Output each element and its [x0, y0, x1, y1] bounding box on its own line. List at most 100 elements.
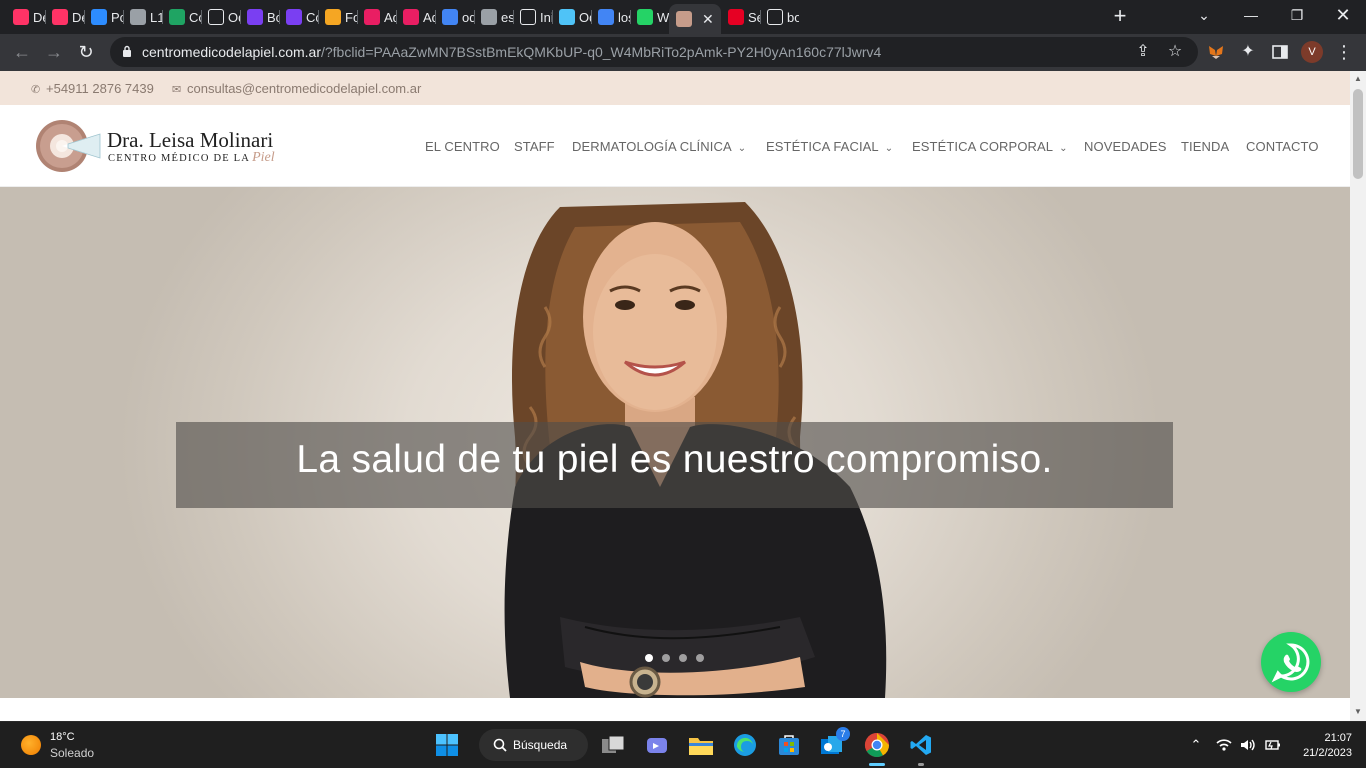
sun-weather-icon[interactable]: [21, 735, 41, 755]
metamask-fox-icon[interactable]: [1206, 42, 1226, 62]
tab-list: De De Po L1 Co Od Bo Co Fo Ad Ad od esp Ini Od los Wi ✕ Se…: [6, 4, 799, 34]
browser-tab-active[interactable]: ✕: [669, 4, 721, 34]
forward-button[interactable]: →: [42, 41, 66, 65]
browser-tab[interactable]: L1: [123, 4, 162, 30]
minimize-button[interactable]: —: [1228, 0, 1274, 30]
weather-description[interactable]: Soleado: [50, 746, 94, 760]
browser-tab[interactable]: Fo: [318, 4, 357, 30]
bookmark-star-icon[interactable]: ☆: [1165, 42, 1185, 62]
reload-button[interactable]: ↻: [74, 41, 98, 65]
browser-tab[interactable]: Se: [721, 4, 760, 30]
mail-badge: 7: [836, 727, 850, 741]
weather-temperature[interactable]: 18°C: [50, 731, 75, 743]
a-icon: [208, 9, 224, 25]
volume-icon[interactable]: [1239, 736, 1257, 754]
a-triangle-icon: [403, 9, 419, 25]
chevron-down-icon: ⌄: [737, 143, 747, 154]
clock-date: 21/2/2023: [1303, 747, 1352, 759]
browser-tab[interactable]: bo: [760, 4, 799, 30]
browser-tab[interactable]: los: [591, 4, 630, 30]
slider-dot[interactable]: [645, 654, 653, 662]
new-tab-button[interactable]: +: [1108, 5, 1132, 29]
battery-icon[interactable]: [1263, 736, 1281, 754]
invision-icon: [52, 9, 68, 25]
whatsapp-chat-button[interactable]: [1261, 632, 1321, 692]
lock-icon[interactable]: [122, 45, 132, 57]
windows-start-icon[interactable]: [432, 730, 462, 760]
taskbar-search[interactable]: Búsqueda: [479, 729, 588, 761]
task-view-icon[interactable]: [598, 730, 628, 760]
google-icon: [598, 9, 614, 25]
scroll-up-arrow-icon[interactable]: ▲: [1354, 74, 1362, 83]
profile-avatar[interactable]: V: [1301, 41, 1323, 63]
url-text[interactable]: centromedicodelapiel.com.ar/?fbclid=PAAa…: [142, 44, 881, 60]
browser-tab[interactable]: Od: [201, 4, 240, 30]
tab-close-icon[interactable]: ✕: [702, 11, 714, 28]
url-host: centromedicodelapiel.com.ar: [142, 44, 321, 60]
extensions-puzzle-icon[interactable]: ✦: [1238, 42, 1258, 62]
system-clock[interactable]: 21:07 21/2/2023: [1290, 731, 1352, 761]
page-scrollbar[interactable]: ▲ ▼: [1350, 71, 1366, 721]
logo-subtitle-text: CENTRO MÉDICO DE LA: [108, 153, 251, 164]
browser-tab[interactable]: De: [45, 4, 84, 30]
address-bar[interactable]: centromedicodelapiel.com.ar/?fbclid=PAAa…: [110, 37, 1198, 67]
slider-dot[interactable]: [679, 654, 687, 662]
menu-item-tienda[interactable]: TIENDA: [1181, 139, 1229, 154]
slider-pagination: [645, 654, 704, 662]
menu-item-el-centro[interactable]: EL CENTRO: [425, 139, 500, 154]
show-hidden-icons-chevron-icon[interactable]: ⌃: [1187, 736, 1205, 754]
url-path: /?fbclid=PAAaZwMN7BSstBmEkQMKbUP-q0_W4Mb…: [320, 44, 882, 60]
browser-tab[interactable]: Ini: [513, 4, 552, 30]
wifi-icon[interactable]: [1215, 736, 1233, 754]
scroll-down-arrow-icon[interactable]: ▼: [1354, 707, 1362, 716]
tab-search-chevron-icon[interactable]: ⌄: [1181, 0, 1227, 30]
microsoft-store-icon[interactable]: [774, 730, 804, 760]
menu-item-novedades[interactable]: NOVEDADES: [1084, 139, 1167, 154]
browser-menu-icon[interactable]: ⋮: [1334, 42, 1354, 62]
teams-chat-icon[interactable]: [642, 730, 672, 760]
side-panel-icon[interactable]: [1270, 42, 1290, 62]
slider-dot[interactable]: [696, 654, 704, 662]
file-explorer-icon[interactable]: [686, 730, 716, 760]
hero-caption: La salud de tu piel es nuestro compromis…: [296, 438, 1053, 481]
browser-tab[interactable]: Wi: [630, 4, 669, 30]
menu-item-estética-corporal[interactable]: ESTÉTICA CORPORAL ⌄: [912, 139, 1068, 154]
browser-tab[interactable]: Co: [279, 4, 318, 30]
browser-tab[interactable]: Ad: [396, 4, 435, 30]
browser-tab[interactable]: Co: [162, 4, 201, 30]
menu-item-contacto[interactable]: CONTACTO: [1246, 139, 1319, 154]
chrome-running-indicator: [869, 763, 885, 766]
vscode-running-indicator: [918, 763, 924, 766]
menu-item-label: ESTÉTICA CORPORAL: [912, 139, 1054, 154]
google-icon: [442, 9, 458, 25]
back-button[interactable]: ←: [10, 41, 34, 65]
vscode-icon[interactable]: [906, 730, 936, 766]
menu-item-estética-facial[interactable]: ESTÉTICA FACIAL ⌄: [766, 139, 893, 154]
scroll-thumb[interactable]: [1353, 89, 1363, 179]
browser-tab[interactable]: Bo: [240, 4, 279, 30]
email-link[interactable]: ✉ consultas@centromedicodelapiel.com.ar: [172, 81, 421, 96]
browser-tab[interactable]: Ad: [357, 4, 396, 30]
hero-slider: La salud de tu piel es nuestro compromis…: [0, 187, 1350, 698]
restore-button[interactable]: ❐: [1274, 0, 1320, 30]
phone-link[interactable]: ✆ +54911 2876 7439: [31, 81, 154, 96]
browser-tab[interactable]: Po: [84, 4, 123, 30]
phone-text: +54911 2876 7439: [46, 81, 154, 96]
menu-item-label: STAFF: [514, 139, 555, 154]
slider-dot[interactable]: [662, 654, 670, 662]
close-window-button[interactable]: ✕: [1320, 0, 1366, 30]
outlook-mail-icon[interactable]: 7: [818, 727, 850, 760]
edge-browser-icon[interactable]: [730, 730, 760, 760]
wix-icon: [520, 9, 536, 25]
share-icon[interactable]: ⇪: [1133, 42, 1153, 62]
menu-item-dermatología-clínica[interactable]: DERMATOLOGÍA CLÍNICA ⌄: [572, 139, 746, 154]
tab-title: Od: [228, 9, 240, 25]
browser-tab[interactable]: Od: [552, 4, 591, 30]
browser-tab[interactable]: od: [435, 4, 474, 30]
menu-item-label: DERMATOLOGÍA CLÍNICA: [572, 139, 732, 154]
chrome-browser-icon[interactable]: [862, 730, 892, 766]
menu-item-staff[interactable]: STAFF: [514, 139, 555, 154]
browser-tab[interactable]: De: [6, 4, 45, 30]
browser-tab[interactable]: esp: [474, 4, 513, 30]
logo-mark-icon[interactable]: [34, 118, 104, 174]
